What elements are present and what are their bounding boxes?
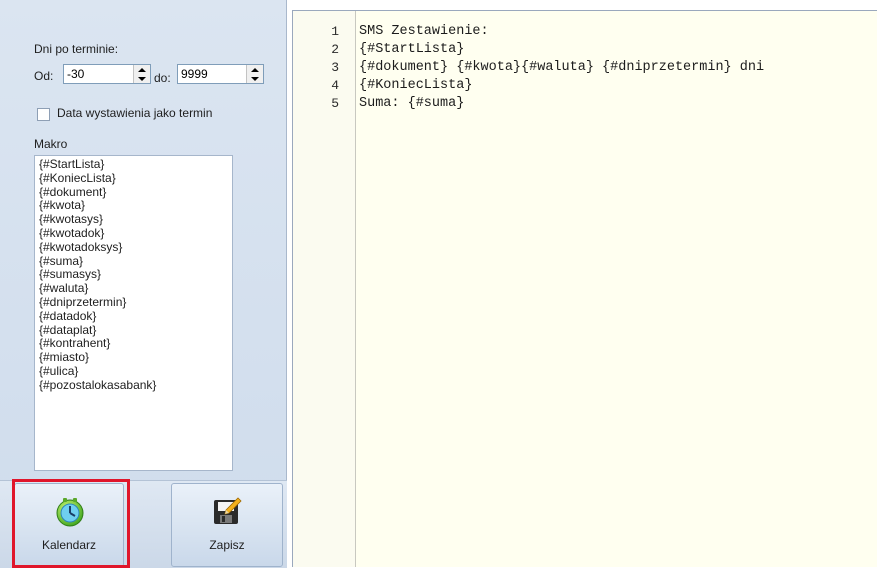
to-decrement-button[interactable] (247, 74, 263, 83)
code-line[interactable]: SMS Zestawienie: (359, 23, 764, 41)
macro-list-item[interactable]: {#sumasys} (35, 268, 232, 282)
macro-list-item[interactable]: {#pozostalokasabank} (35, 378, 232, 393)
from-decrement-button[interactable] (134, 74, 150, 83)
save-button[interactable]: Zapisz (171, 483, 283, 567)
line-number: 3 (331, 60, 339, 75)
macro-list-item[interactable]: {#dniprzetermin} (35, 295, 232, 310)
code-line[interactable]: {#StartLista} (359, 41, 764, 59)
arrow-up-icon (251, 67, 259, 72)
macro-list-item[interactable]: {#kwotasys} (35, 212, 232, 227)
days-after-due-label: Dni po terminie: (34, 42, 119, 56)
calendar-button[interactable]: Kalendarz (14, 483, 124, 567)
code-area[interactable]: SMS Zestawienie: {#StartLista} {#dokument}… (359, 23, 764, 113)
macro-list-item[interactable]: {#dokument} (35, 185, 232, 200)
calendar-button-label: Kalendarz (41, 538, 97, 552)
line-number: 5 (331, 96, 339, 111)
arrow-down-icon (251, 76, 259, 81)
macro-list-item[interactable]: {#KoniecLista} (35, 171, 232, 186)
from-label: Od: (34, 69, 54, 83)
macro-list-item[interactable]: {#datadok} (35, 309, 232, 324)
macro-list-item[interactable]: {#kwotadoksys} (35, 240, 232, 255)
code-line[interactable]: {#dokument} {#kwota}{#waluta} {#dniprzet… (359, 59, 764, 77)
code-line[interactable]: Suma: {#suma} (359, 95, 764, 113)
macro-list-item[interactable]: {#kontrahent} (35, 337, 232, 351)
line-numbers: 1 2 3 4 5 (293, 11, 355, 113)
line-number: 2 (331, 42, 339, 57)
arrow-up-icon (138, 67, 146, 72)
macro-label: Makro (34, 137, 68, 151)
issue-date-as-due-checkbox[interactable] (37, 108, 50, 121)
arrow-down-icon (138, 76, 146, 81)
macro-list-item[interactable]: {#kwota} (35, 199, 232, 213)
to-days-stepper[interactable]: 9999 (177, 64, 264, 84)
line-number: 4 (331, 78, 339, 93)
code-line[interactable]: {#KoniecLista} (359, 77, 764, 95)
macro-list-item[interactable]: {#kwotadok} (35, 226, 232, 241)
macro-list-item[interactable]: {#miasto} (35, 350, 232, 365)
bottom-toolbar: Kalendarz Zapisz (0, 480, 287, 568)
from-days-value: -30 (67, 67, 85, 81)
macro-list[interactable]: {#StartLista} {#KoniecLista} {#dokument} {#… (34, 155, 233, 471)
line-number: 1 (331, 24, 339, 39)
options-panel: Dni po terminie: Od: -30 do: 9999 Data w… (0, 0, 287, 568)
to-days-spin-buttons (246, 65, 263, 83)
macro-list-item[interactable]: {#StartLista} (35, 157, 232, 172)
to-days-value: 9999 (181, 67, 208, 81)
macro-list-item[interactable]: {#suma} (35, 254, 232, 269)
line-number-gutter: 1 2 3 4 5 (293, 11, 356, 567)
macro-items: {#StartLista} {#KoniecLista} {#dokument} {#… (35, 156, 232, 393)
template-editor[interactable]: 1 2 3 4 5 SMS Zestawienie: {#StartLista} {#dok… (292, 10, 877, 567)
to-increment-button[interactable] (247, 65, 263, 74)
from-increment-button[interactable] (134, 65, 150, 74)
save-button-label: Zapisz (209, 538, 245, 552)
issue-date-as-due-label: Data wystawienia jako termin (57, 106, 213, 120)
to-label: do: (154, 71, 171, 85)
save-icon (214, 497, 242, 524)
macro-list-item[interactable]: {#dataplat} (35, 323, 232, 338)
from-days-stepper[interactable]: -30 (63, 64, 151, 84)
macro-list-item[interactable]: {#ulica} (35, 364, 232, 379)
macro-list-item[interactable]: {#waluta} (35, 281, 232, 296)
clock-icon (56, 498, 84, 527)
from-days-spin-buttons (133, 65, 150, 83)
